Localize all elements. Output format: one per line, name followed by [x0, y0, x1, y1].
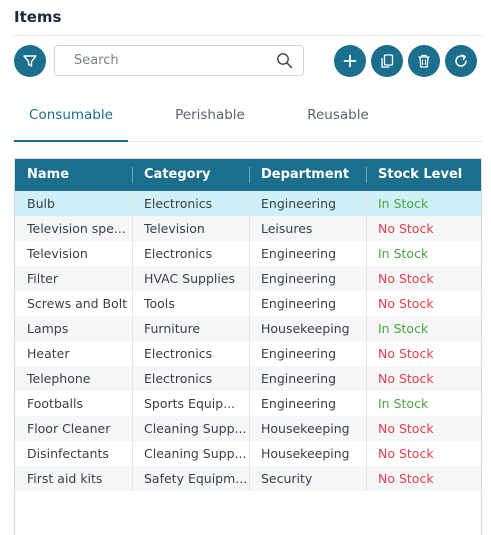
- grid-header: Name Category Department Stock Level: [15, 159, 481, 191]
- cell-stock-level: No Stock: [378, 296, 434, 311]
- search-icon[interactable]: [276, 52, 293, 69]
- delete-button[interactable]: [408, 45, 440, 77]
- cell-category: Furniture: [144, 321, 201, 336]
- cell-category: Electronics: [144, 346, 213, 361]
- filter-icon: [23, 55, 37, 67]
- cell-category: Safety Equipm...: [144, 471, 248, 486]
- table-row[interactable]: Disinfectants Cleaning Supp... Housekeepin…: [15, 441, 481, 466]
- cell-name: Disinfectants: [27, 446, 109, 461]
- copy-icon: [381, 54, 394, 68]
- cell-department: Engineering: [261, 371, 336, 386]
- cell-name: Footballs: [27, 396, 83, 411]
- filter-button[interactable]: [14, 45, 46, 77]
- table-row[interactable]: Television Electronics Engineering In Stock: [15, 241, 481, 266]
- cell-category: Electronics: [144, 246, 213, 261]
- column-header-stock-level[interactable]: Stock Level: [366, 159, 481, 191]
- table-row[interactable]: Bulb Electronics Engineering In Stock: [15, 191, 481, 216]
- cell-name: Floor Cleaner: [27, 421, 111, 436]
- cell-department: Housekeeping: [261, 446, 350, 461]
- cell-category: HVAC Supplies: [144, 271, 236, 286]
- cell-department: Engineering: [261, 196, 336, 211]
- search-box: [54, 45, 304, 76]
- tab-consumable[interactable]: Consumable: [14, 107, 128, 142]
- table-row[interactable]: Floor Cleaner Cleaning Supp... Housekeepin…: [15, 416, 481, 441]
- cell-stock-level: No Stock: [378, 221, 434, 236]
- refresh-button[interactable]: [445, 45, 477, 77]
- cell-name: Television spe...: [27, 221, 126, 236]
- page-title: Items: [14, 8, 62, 26]
- tab-label: Perishable: [175, 107, 245, 123]
- cell-department: Housekeeping: [261, 421, 350, 436]
- cell-department: Engineering: [261, 271, 336, 286]
- cell-department: Engineering: [261, 246, 336, 261]
- tab-reusable[interactable]: Reusable: [276, 107, 400, 141]
- copy-button[interactable]: [371, 45, 403, 77]
- table-row[interactable]: First aid kits Safety Equipm... Security No…: [15, 466, 481, 491]
- cell-category: Cleaning Supp...: [144, 421, 247, 436]
- cell-stock-level: No Stock: [378, 346, 434, 361]
- cell-department: Leisures: [261, 221, 313, 236]
- cell-department: Engineering: [261, 296, 336, 311]
- cell-category: Electronics: [144, 371, 213, 386]
- table-row[interactable]: Telephone Electronics Engineering No Stock: [15, 366, 481, 391]
- table-row[interactable]: Television spe... Television Leisures No St…: [15, 216, 481, 241]
- column-header-name[interactable]: Name: [15, 159, 132, 191]
- refresh-icon: [455, 54, 467, 67]
- table-row[interactable]: Footballs Sports Equip... Engineering In St…: [15, 391, 481, 416]
- cell-name: Bulb: [27, 196, 55, 211]
- cell-stock-level: In Stock: [378, 196, 429, 211]
- column-header-department[interactable]: Department: [249, 159, 366, 191]
- tab-perishable[interactable]: Perishable: [146, 107, 274, 141]
- cell-stock-level: In Stock: [378, 321, 429, 336]
- cell-department: Housekeeping: [261, 321, 350, 336]
- cell-name: Lamps: [27, 321, 69, 336]
- items-grid: Name Category Department Stock Level Bul…: [14, 158, 482, 535]
- table-row[interactable]: Lamps Furniture Housekeeping In Stock: [15, 316, 481, 341]
- search-input[interactable]: [55, 46, 270, 75]
- cell-stock-level: In Stock: [378, 396, 429, 411]
- tab-label: Reusable: [307, 107, 369, 123]
- table-row[interactable]: Screws and Bolt Tools Engineering No Stock: [15, 291, 481, 316]
- title-divider: [14, 35, 482, 36]
- table-row[interactable]: Filter HVAC Supplies Engineering No Stock: [15, 266, 481, 291]
- cell-stock-level: No Stock: [378, 371, 434, 386]
- cell-category: Tools: [144, 296, 175, 311]
- cell-name: Telephone: [27, 371, 91, 386]
- cell-name: Filter: [27, 271, 58, 286]
- tab-label: Consumable: [29, 107, 113, 123]
- cell-category: Electronics: [144, 196, 213, 211]
- table-row[interactable]: Heater Electronics Engineering No Stock: [15, 341, 481, 366]
- plus-icon: [343, 54, 357, 68]
- trash-icon: [418, 54, 430, 68]
- cell-category: Cleaning Supp...: [144, 446, 247, 461]
- cell-department: Engineering: [261, 396, 336, 411]
- cell-department: Engineering: [261, 346, 336, 361]
- category-tabs: Consumable Perishable Reusable: [14, 107, 482, 142]
- cell-name: Television: [27, 246, 88, 261]
- cell-stock-level: No Stock: [378, 421, 434, 436]
- cell-stock-level: No Stock: [378, 471, 434, 486]
- cell-stock-level: No Stock: [378, 446, 434, 461]
- cell-department: Security: [261, 471, 313, 486]
- column-header-category[interactable]: Category: [132, 159, 249, 191]
- cell-name: Screws and Bolt: [27, 296, 128, 311]
- cell-stock-level: In Stock: [378, 246, 429, 261]
- cell-category: Television: [144, 221, 205, 236]
- add-button[interactable]: [334, 45, 366, 77]
- cell-category: Sports Equip...: [144, 396, 236, 411]
- cell-name: Heater: [27, 346, 70, 361]
- cell-stock-level: No Stock: [378, 271, 434, 286]
- cell-name: First aid kits: [27, 471, 103, 486]
